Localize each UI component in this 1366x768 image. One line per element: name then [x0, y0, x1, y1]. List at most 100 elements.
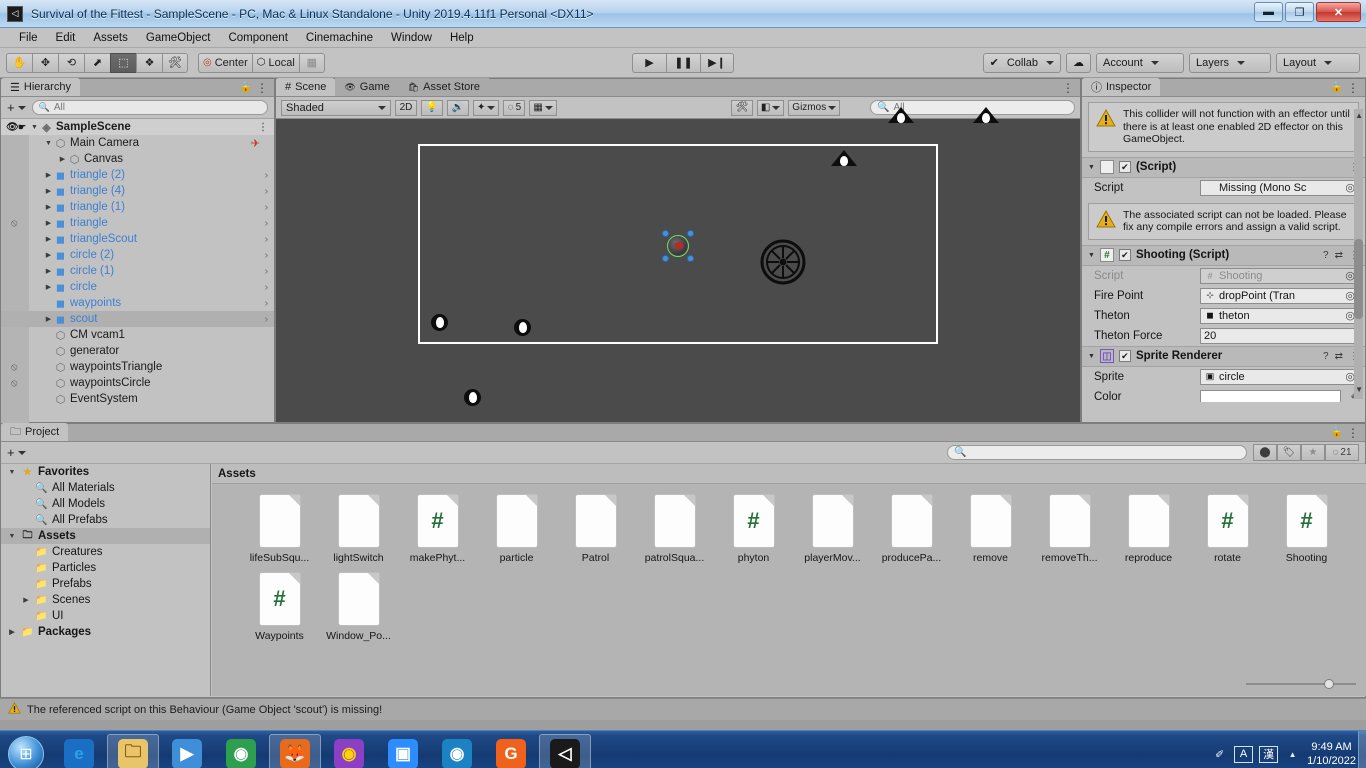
- ime-language-indicator[interactable]: 漢: [1259, 745, 1279, 763]
- prefab-open-chevron[interactable]: ›: [265, 170, 268, 181]
- visibility-eye-icon[interactable]: 👁: [6, 122, 19, 133]
- menu-component[interactable]: Component: [219, 28, 296, 48]
- asset-item[interactable]: patrolSqua...: [635, 494, 714, 564]
- hand-tool-icon[interactable]: ✋: [6, 52, 32, 73]
- object-field[interactable]: ▣ circle ◎: [1200, 368, 1359, 385]
- rect-tool-icon[interactable]: ⬚: [110, 52, 136, 73]
- scene-visibility-toggle[interactable]: ◌ 5: [503, 99, 526, 116]
- hierarchy-item-triangle-2[interactable]: ▶ ◼ triangle (2) ›: [1, 167, 274, 183]
- custom-tool-icon[interactable]: 🛠: [162, 52, 188, 73]
- gizmo-circle[interactable]: [431, 314, 448, 331]
- component-enabled-checkbox[interactable]: ✔: [1118, 249, 1131, 261]
- project-tree-item-assets[interactable]: ▼ 🗀 Assets: [1, 528, 210, 544]
- grid-snap-icon[interactable]: ▦: [298, 52, 325, 73]
- prefab-open-chevron[interactable]: ›: [265, 282, 268, 293]
- scale-handle[interactable]: [662, 255, 669, 262]
- expand-arrow[interactable]: ▼: [43, 140, 54, 147]
- tab-game[interactable]: 👁 Game: [335, 78, 399, 96]
- help-icon[interactable]: ?: [1323, 351, 1329, 362]
- asset-item[interactable]: particle: [477, 494, 556, 564]
- account-dropdown[interactable]: Account: [1096, 52, 1184, 73]
- scene-menu-icon[interactable]: ⋮: [1062, 81, 1074, 95]
- hidden-eye-icon[interactable]: ⦸: [11, 218, 18, 229]
- toggle-2d-button[interactable]: 2D: [395, 99, 417, 116]
- favorite-filter-icon[interactable]: ★: [1301, 444, 1325, 461]
- asset-zoom-slider[interactable]: [1246, 678, 1356, 690]
- prefab-open-chevron[interactable]: ›: [265, 298, 268, 309]
- scale-handle[interactable]: [662, 230, 669, 237]
- hierarchy-item-triangle[interactable]: ⦸ ▶ ◼ triangle ›: [1, 215, 274, 231]
- taskbar-password-manager[interactable]: ◉: [323, 734, 375, 768]
- expand-arrow[interactable]: ▶: [43, 187, 54, 195]
- object-field[interactable]: ⊹ dropPoint (Tran ◎: [1200, 287, 1359, 304]
- hierarchy-item-cm-vcam1[interactable]: ⬡ CM vcam1: [1, 327, 274, 343]
- project-tree-item-ui[interactable]: 📁 UI: [1, 608, 210, 624]
- project-tree-item-packages[interactable]: ▶ 📁 Packages: [1, 624, 210, 640]
- component-header-script[interactable]: ▼✔(Script)⋮: [1082, 156, 1365, 178]
- prefab-open-chevron[interactable]: ›: [265, 314, 268, 325]
- menu-help[interactable]: Help: [441, 28, 483, 48]
- selected-object-gizmo[interactable]: [662, 230, 694, 262]
- asset-item[interactable]: lightSwitch: [319, 494, 398, 564]
- hierarchy-item-waypointstriangle[interactable]: ⦸ ⬡ waypointsTriangle: [1, 359, 274, 375]
- collapse-arrow[interactable]: ▼: [1088, 164, 1095, 171]
- tab-inspector[interactable]: ⓘ Inspector: [1082, 78, 1161, 96]
- menu-gameobject[interactable]: GameObject: [137, 28, 220, 48]
- pause-button[interactable]: ❚❚: [666, 52, 700, 73]
- expand-arrow[interactable]: ▶: [43, 235, 54, 243]
- hierarchy-item-waypoints[interactable]: ◼ waypoints ›: [1, 295, 274, 311]
- project-tree-item-all-models[interactable]: 🔍 All Models: [1, 496, 210, 512]
- collapse-arrow[interactable]: ▼: [1088, 252, 1095, 259]
- show-hidden-icons-arrow[interactable]: ▲: [1284, 746, 1301, 763]
- asset-item[interactable]: # Waypoints: [240, 572, 319, 642]
- hidden-eye-icon[interactable]: ⦸: [11, 362, 18, 373]
- scroll-down-arrow[interactable]: ▼: [1355, 385, 1363, 394]
- hierarchy-scene-row[interactable]: 👁 ☛ ▼ ◈ SampleScene ⋮: [1, 119, 274, 135]
- component-enabled-checkbox[interactable]: ✔: [1118, 161, 1131, 173]
- expand-arrow[interactable]: ▶: [43, 219, 54, 227]
- prefab-open-chevron[interactable]: ›: [265, 234, 268, 245]
- asset-item[interactable]: reproduce: [1109, 494, 1188, 564]
- project-tree-item-all-materials[interactable]: 🔍 All Materials: [1, 480, 210, 496]
- pivot-mode-button[interactable]: ◎ Center: [198, 52, 252, 73]
- menu-cinemachine[interactable]: Cinemachine: [297, 28, 382, 48]
- number-field[interactable]: 20: [1200, 327, 1359, 344]
- asset-item[interactable]: Patrol: [556, 494, 635, 564]
- expand-arrow[interactable]: ▼: [29, 124, 40, 131]
- asset-item[interactable]: # rotate: [1188, 494, 1267, 564]
- tab-hierarchy[interactable]: ☰ Hierarchy: [1, 78, 80, 96]
- expand-arrow[interactable]: ▶: [7, 628, 17, 636]
- hierarchy-item-waypointscircle[interactable]: ⦸ ⬡ waypointsCircle: [1, 375, 274, 391]
- asset-item[interactable]: producePa...: [872, 494, 951, 564]
- minimize-button[interactable]: ▬: [1254, 2, 1283, 22]
- prefab-open-chevron[interactable]: ›: [265, 202, 268, 213]
- menu-file[interactable]: File: [10, 28, 47, 48]
- expand-arrow[interactable]: ▼: [7, 469, 17, 476]
- asset-filter-icon[interactable]: ⬤: [1253, 444, 1277, 461]
- shading-mode-dropdown[interactable]: Shaded: [281, 99, 391, 116]
- expand-arrow[interactable]: ▶: [57, 155, 68, 163]
- hidden-assets-count[interactable]: ◌ 21: [1325, 444, 1359, 461]
- gizmos-dropdown[interactable]: Gizmos: [788, 99, 841, 116]
- scroll-up-arrow[interactable]: ▲: [1355, 111, 1363, 120]
- taskbar-clock[interactable]: 9:49 AM 1/10/2022: [1307, 740, 1356, 768]
- pivot-rotation-button[interactable]: ⬡ Local: [251, 52, 299, 73]
- project-tree-item-all-prefabs[interactable]: 🔍 All Prefabs: [1, 512, 210, 528]
- create-asset-button[interactable]: +: [7, 445, 26, 460]
- expand-arrow[interactable]: ▼: [7, 533, 17, 540]
- taskbar-pdf-reader[interactable]: G: [485, 734, 537, 768]
- hierarchy-item-main-camera[interactable]: ▼ ⬡ Main Camera ✈: [1, 135, 274, 151]
- scene-fx-dropdown[interactable]: ✦: [473, 99, 500, 116]
- collapse-arrow[interactable]: ▼: [1088, 353, 1095, 360]
- gizmo-circle[interactable]: [514, 319, 531, 336]
- expand-arrow[interactable]: ▶: [43, 171, 54, 179]
- inspector-menu-icon[interactable]: ⋮: [1347, 81, 1359, 95]
- expand-arrow[interactable]: ▶: [43, 251, 54, 259]
- taskbar-google-chrome[interactable]: ◉: [215, 734, 267, 768]
- taskbar-internet-explorer[interactable]: e: [53, 734, 105, 768]
- lock-icon[interactable]: 🔒: [1331, 427, 1343, 438]
- expand-arrow[interactable]: ▶: [43, 283, 54, 291]
- gizmo-triangle[interactable]: [888, 107, 914, 123]
- taskbar-media-player[interactable]: ▶: [161, 734, 213, 768]
- taskbar-unity-editor[interactable]: ◁: [539, 733, 591, 768]
